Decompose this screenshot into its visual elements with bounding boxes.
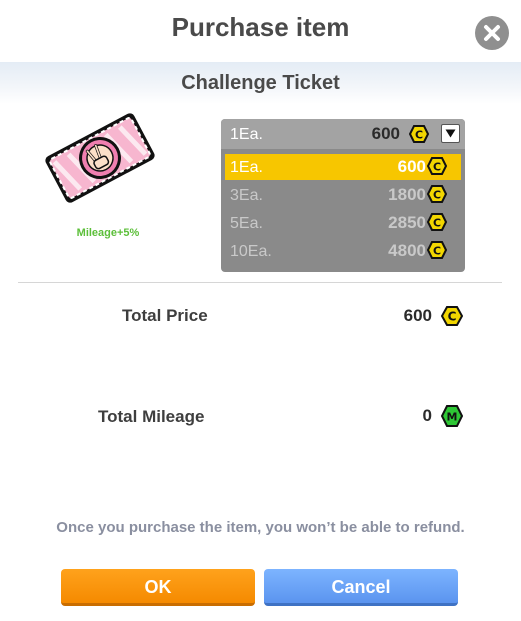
svg-text:C: C: [448, 310, 457, 324]
coin-c-icon: C: [427, 241, 447, 259]
refund-notice: Once you purchase the item, you won’t be…: [56, 519, 465, 536]
peace-hand-ticket-icon: [45, 113, 155, 203]
option-price: 1800: [388, 185, 426, 204]
dropdown-toggle[interactable]: [441, 124, 460, 143]
svg-text:C: C: [433, 245, 441, 258]
total-price-value: 600: [403, 306, 432, 325]
item-name: Challenge Ticket: [181, 72, 340, 94]
cancel-button[interactable]: Cancel: [264, 569, 458, 606]
total-mileage-value: 0: [422, 406, 432, 425]
quantity-dropdown-header[interactable]: 1Ea. 600 C: [221, 119, 465, 149]
close-icon: [484, 25, 500, 41]
divider: [18, 282, 502, 283]
purchase-dialog: Purchase item Challenge Ticket Mileage+5…: [0, 0, 521, 621]
coin-c-icon: C: [427, 157, 447, 175]
coin-c-icon: C: [427, 213, 447, 231]
option-price: 600: [397, 157, 426, 176]
ok-button[interactable]: OK: [61, 569, 255, 606]
selected-quantity-price: 600: [371, 124, 400, 143]
item-name-bar: Challenge Ticket: [0, 62, 521, 104]
selected-quantity-label: 1Ea.: [230, 126, 263, 143]
option-label: 10Ea.: [230, 243, 272, 260]
coin-m-icon: M: [441, 405, 463, 427]
coin-c-icon: C: [427, 185, 447, 203]
quantity-dropdown[interactable]: 1Ea. 600 C 1Ea. 600 C 3Ea. 1800 C 5Ea. 2…: [221, 119, 465, 272]
option-price: 4800: [388, 241, 426, 260]
title-bar: Purchase item: [0, 0, 521, 62]
dropdown-arrow-icon: [445, 129, 456, 138]
svg-text:C: C: [415, 129, 423, 142]
option-price: 2850: [388, 213, 426, 232]
coin-c-icon: C: [409, 125, 429, 143]
quantity-option-3[interactable]: 3Ea. 1800 C: [225, 182, 461, 208]
total-price-label: Total Price: [122, 306, 208, 325]
dialog-title: Purchase item: [171, 12, 350, 42]
quantity-option-5[interactable]: 5Ea. 2850 C: [225, 210, 461, 236]
close-button[interactable]: [475, 16, 509, 50]
svg-text:C: C: [433, 161, 441, 174]
option-label: 3Ea.: [230, 187, 263, 204]
total-mileage-label: Total Mileage: [98, 407, 205, 426]
option-label: 5Ea.: [230, 215, 263, 232]
coin-c-icon: C: [441, 306, 463, 326]
quantity-option-1[interactable]: 1Ea. 600 C: [225, 154, 461, 180]
svg-text:M: M: [447, 411, 458, 424]
option-label: 1Ea.: [230, 159, 263, 176]
mileage-bonus-label: Mileage+5%: [76, 227, 140, 239]
svg-text:C: C: [433, 217, 441, 230]
quantity-option-10[interactable]: 10Ea. 4800 C: [225, 238, 461, 264]
svg-text:C: C: [433, 189, 441, 202]
